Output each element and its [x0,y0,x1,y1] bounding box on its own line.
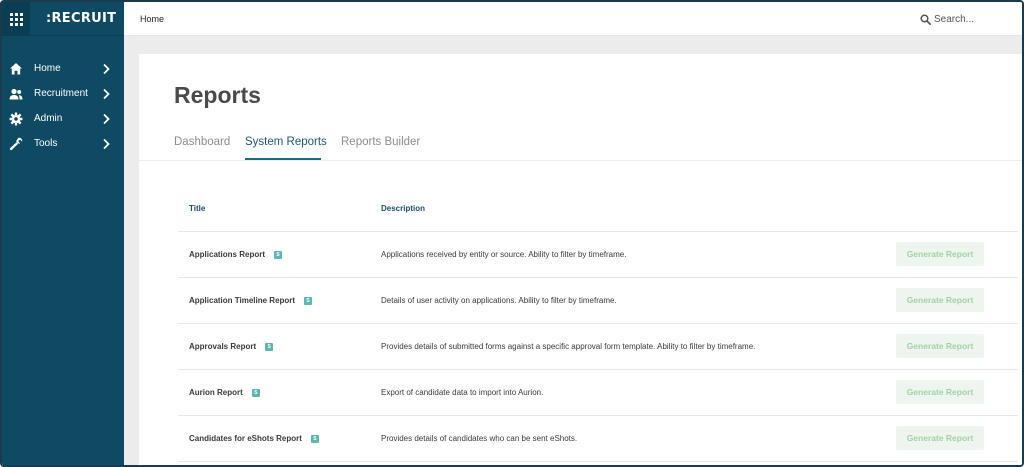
row-divider [178,415,1018,416]
apps-grid-icon [9,12,23,26]
sidebar: :RECRUIT Home Recruitment Admin Tools [2,2,124,465]
sidebar-item-tools[interactable]: Tools [2,132,124,157]
report-title-text: Application Timeline Report [189,296,296,305]
tabs-divider [139,160,1022,161]
app-window: :RECRUIT Home Recruitment Admin Tools Ho… [0,0,1024,467]
report-title-text: Approvals Report [189,342,257,351]
row-divider [178,323,1018,324]
row-divider [178,231,1018,232]
search-icon [920,13,931,25]
tab-dashboard[interactable]: Dashboard [174,136,230,148]
sidebar-item-home[interactable]: Home [2,57,124,82]
reports-panel [139,54,1022,465]
row-divider [178,277,1018,278]
sidebar-item-label: Home [34,63,61,74]
generate-report-button[interactable]: Generate Report [896,242,984,266]
column-header-description: Description [381,204,426,213]
system-badge: S [274,250,283,259]
report-description: Provides details of candidates who can b… [381,434,578,443]
brand-bar: :RECRUIT [2,2,124,36]
report-description: Applications received by entity or sourc… [381,250,627,259]
chevron-right-icon [103,88,110,100]
search-input[interactable] [934,13,1014,25]
tab-reports-builder[interactable]: Reports Builder [341,136,420,148]
breadcrumb[interactable]: Home [140,14,164,24]
chevron-right-icon [103,138,110,150]
tab-system-reports[interactable]: System Reports [245,136,327,148]
chevron-right-icon [103,113,110,125]
search-box[interactable] [920,10,1020,28]
generate-report-button[interactable]: Generate Report [896,334,984,358]
report-title[interactable]: Applications Report S [189,250,283,259]
sidebar-item-label: Tools [34,138,58,149]
home-icon [10,63,22,75]
system-badge: S [304,296,313,305]
system-badge: S [265,342,274,351]
report-description: Provides details of submitted forms agai… [381,342,756,351]
report-title-text: Applications Report [189,250,266,259]
wrench-icon [9,137,23,151]
report-title[interactable]: Application Timeline Report S [189,296,313,305]
system-badge: S [251,388,260,397]
report-description: Export of candidate data to import into … [381,388,544,397]
system-badge: S [310,434,319,443]
top-bar: Home [124,2,1022,36]
row-divider [178,369,1018,370]
sidebar-item-label: Admin [34,113,63,124]
apps-grid-button[interactable] [2,2,30,36]
sidebar-item-recruitment[interactable]: Recruitment [2,82,124,107]
report-title-text: Candidates for eShots Report [189,434,302,443]
page-title: Reports [174,82,261,108]
report-title[interactable]: Approvals Report S [189,342,274,351]
chevron-right-icon [103,63,110,75]
sidebar-nav: Home Recruitment Admin Tools [2,57,124,157]
app-logo[interactable]: :RECRUIT [46,11,116,26]
generate-report-button[interactable]: Generate Report [896,288,984,312]
gear-icon [9,112,23,126]
sidebar-item-label: Recruitment [34,88,88,99]
generate-report-button[interactable]: Generate Report [896,426,984,450]
report-title-text: Aurion Report [189,388,243,397]
sidebar-item-admin[interactable]: Admin [2,107,124,132]
row-divider [178,461,1018,462]
generate-report-button[interactable]: Generate Report [896,380,984,404]
column-header-title: Title [189,204,206,213]
report-title[interactable]: Aurion Report S [189,388,260,397]
people-icon [9,88,23,100]
report-title[interactable]: Candidates for eShots Report S [189,434,319,443]
report-description: Details of user activity on applications… [381,296,617,305]
